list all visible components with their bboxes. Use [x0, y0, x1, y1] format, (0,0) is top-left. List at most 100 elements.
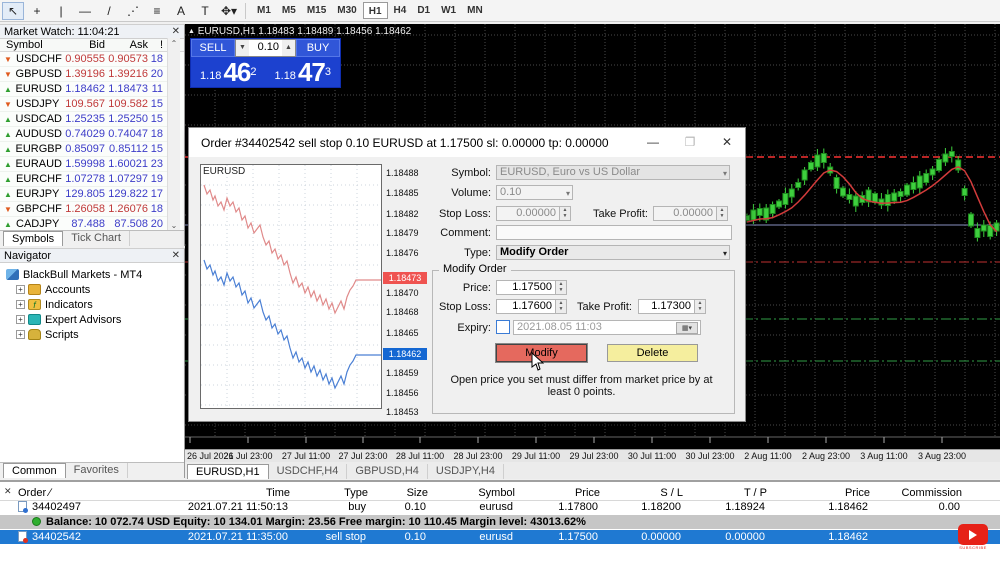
- market-watch-row[interactable]: ▲ EURUSD 1.18462 1.18473 11: [0, 82, 167, 97]
- market-watch-row[interactable]: ▼ USDJPY 109.567 109.582 15: [0, 97, 167, 112]
- tool-trendline-icon[interactable]: /: [98, 2, 120, 20]
- buy-button[interactable]: BUY: [296, 39, 340, 57]
- market-watch-row[interactable]: ▼ USDCHF 0.90555 0.90573 18: [0, 52, 167, 67]
- navigator-item-indicators[interactable]: + f Indicators: [16, 297, 184, 312]
- cell: eurusd: [479, 501, 513, 513]
- chart-tab-usdchf-h4[interactable]: USDCHF,H4: [269, 464, 348, 479]
- col-bid[interactable]: Bid: [62, 39, 105, 51]
- volume-stepper[interactable]: ▼ 0.10 ▲: [235, 39, 296, 57]
- bid-value: 0.90555: [65, 53, 105, 65]
- scripts-icon: [28, 329, 41, 340]
- market-watch-row[interactable]: ▼ GBPUSD 1.39196 1.39216 20: [0, 67, 167, 82]
- tab-symbols[interactable]: Symbols: [3, 231, 64, 246]
- timeframe-m15-button[interactable]: M15: [302, 2, 331, 19]
- bid-price-display[interactable]: 1.18 46 2: [191, 57, 266, 88]
- tool-crosshair-icon[interactable]: +: [26, 2, 48, 20]
- col-spread[interactable]: !: [148, 39, 165, 51]
- symbol-label: CADJPY: [16, 217, 60, 230]
- chart-tab-usdjpy-h4[interactable]: USDJPY,H4: [428, 464, 504, 479]
- tool-channel-icon[interactable]: ≡: [146, 2, 168, 20]
- tool-arrows-icon[interactable]: ✥▾: [218, 2, 240, 20]
- tool-text-icon[interactable]: A: [170, 2, 192, 20]
- expiry-checkbox[interactable]: [496, 320, 510, 334]
- time-axis-label: 26 Jul 23:00: [223, 451, 273, 461]
- ask-price-display[interactable]: 1.18 47 3: [266, 57, 341, 88]
- tool-cursor-icon[interactable]: ↖: [2, 1, 24, 20]
- close-icon[interactable]: ✕: [715, 134, 739, 152]
- sell-button[interactable]: SELL: [191, 39, 235, 57]
- timeframe-h1-button[interactable]: H1: [362, 2, 388, 19]
- order-row[interactable]: 34402497 2021.07.21 11:50:13 buy 0.10 eurusd…: [0, 500, 1000, 514]
- tool-fibonacci-icon[interactable]: ⋰: [122, 2, 144, 20]
- maximize-icon[interactable]: ❐: [678, 134, 702, 152]
- navigator-item-accounts[interactable]: + Accounts: [16, 282, 184, 297]
- market-watch-row[interactable]: ▲ AUDUSD 0.74029 0.74047 18: [0, 127, 167, 142]
- timeframe-m1-button[interactable]: M1: [252, 2, 276, 19]
- market-watch-scrollbar[interactable]: ⌃ ⌄: [167, 38, 180, 231]
- tick-chart-symbol: EURUSD: [203, 166, 246, 177]
- tab-favorites[interactable]: Favorites: [66, 463, 128, 478]
- col-ask[interactable]: Ask: [105, 39, 148, 51]
- market-watch-row[interactable]: ▲ EURGBP 0.85097 0.85112 15: [0, 142, 167, 157]
- navigator-root[interactable]: BlackBull Markets - MT4: [6, 267, 184, 282]
- bid-value: 1.25235: [65, 113, 105, 125]
- up-trend-icon: ▲: [4, 219, 12, 229]
- tab-tick-chart[interactable]: Tick Chart: [63, 231, 130, 246]
- expand-icon[interactable]: +: [16, 315, 25, 324]
- market-watch-row[interactable]: ▲ USDCAD 1.25235 1.25250 15: [0, 112, 167, 127]
- price-input[interactable]: 1.17500 ▲ ▼: [496, 280, 567, 295]
- bid-value: 1.07278: [65, 173, 105, 185]
- comment-input[interactable]: [496, 225, 732, 240]
- calendar-icon[interactable]: ▦▾: [676, 322, 698, 334]
- cell: 1.18462: [828, 501, 868, 513]
- tool-vertical-line-icon[interactable]: |: [50, 2, 72, 20]
- timeframe-w1-button[interactable]: W1: [436, 2, 461, 19]
- navigator-item-scripts[interactable]: + Scripts: [16, 327, 184, 342]
- market-watch-row[interactable]: ▲ EURCHF 1.07278 1.07297 19: [0, 172, 167, 187]
- delete-button[interactable]: Delete: [607, 344, 698, 362]
- tool-text-label-icon[interactable]: T: [194, 2, 216, 20]
- close-icon[interactable]: ✕: [172, 250, 180, 261]
- scale-label: 1.18485: [386, 188, 419, 198]
- market-watch-row[interactable]: ▲ EURAUD 1.59998 1.60021 23: [0, 157, 167, 172]
- collapse-triangle-icon[interactable]: ▲: [188, 28, 195, 35]
- spinner-icon[interactable]: ▲ ▼: [694, 300, 705, 313]
- navigator-item-expert-advisors[interactable]: + Expert Advisors: [16, 312, 184, 327]
- chart-tab-eurusd-h1[interactable]: EURUSD,H1: [187, 464, 269, 479]
- expand-icon[interactable]: +: [16, 285, 25, 294]
- symbol-label: USDCAD: [15, 112, 62, 125]
- timeframe-h4-button[interactable]: H4: [389, 2, 412, 19]
- scale-label: 1.18479: [386, 228, 419, 238]
- timeframe-m5-button[interactable]: M5: [277, 2, 301, 19]
- market-watch-row[interactable]: ▲ CADJPY 87.488 87.508 20: [0, 217, 167, 231]
- type-select[interactable]: Modify Order ▾: [496, 245, 730, 260]
- navigator-tree: BlackBull Markets - MT4 + Accounts + f Indic…: [0, 263, 184, 342]
- market-watch-row[interactable]: ▼ GBPCHF 1.26058 1.26076 18: [0, 202, 167, 217]
- tool-horizontal-line-icon[interactable]: —: [74, 2, 96, 20]
- tab-common[interactable]: Common: [3, 463, 66, 478]
- timeframe-mn-button[interactable]: MN: [462, 2, 488, 19]
- tick-chart: [200, 164, 382, 409]
- bid-value: 87.488: [71, 218, 105, 230]
- volume-down-icon[interactable]: ▼: [236, 40, 249, 56]
- modify-take-profit-input[interactable]: 1.17300 ▲ ▼: [638, 299, 706, 314]
- market-watch-row[interactable]: ▲ EURJPY 129.805 129.822 17: [0, 187, 167, 202]
- volume-value[interactable]: 0.10: [249, 40, 282, 56]
- expand-icon[interactable]: +: [16, 300, 25, 309]
- timeframe-d1-button[interactable]: D1: [412, 2, 435, 19]
- volume-up-icon[interactable]: ▲: [282, 40, 295, 56]
- balance-icon: [32, 517, 41, 526]
- col-symbol[interactable]: Symbol: [0, 39, 62, 51]
- spread-value: 15: [150, 143, 163, 155]
- scroll-down-icon[interactable]: ⌄: [171, 221, 178, 230]
- chart-tab-gbpusd-h4[interactable]: GBPUSD,H4: [347, 464, 428, 479]
- scroll-up-icon[interactable]: ⌃: [171, 39, 178, 48]
- minimize-icon[interactable]: —: [641, 134, 665, 152]
- timeframe-m30-button[interactable]: M30: [332, 2, 361, 19]
- spinner-icon[interactable]: ▲ ▼: [555, 281, 566, 294]
- expand-icon[interactable]: +: [16, 330, 25, 339]
- server-icon: [6, 269, 19, 280]
- close-icon[interactable]: ✕: [172, 26, 180, 37]
- spinner-icon: ▲ ▼: [716, 207, 727, 220]
- order-row-selected[interactable]: 34402542 2021.07.21 11:35:00 sell stop 0.10…: [0, 530, 1000, 544]
